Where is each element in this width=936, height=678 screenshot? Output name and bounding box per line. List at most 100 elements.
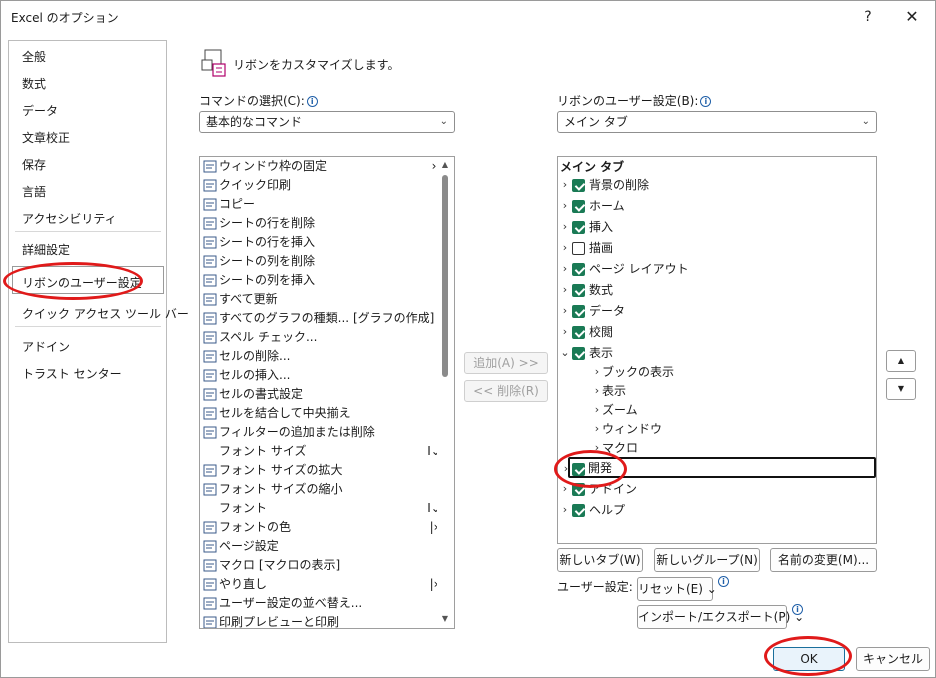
ribbon-tab-item[interactable]: › 背景の削除 (560, 175, 874, 195)
nav-item-trust-center[interactable]: トラスト センター (22, 365, 122, 382)
info-icon[interactable]: i (718, 576, 729, 587)
ribbon-tab-item[interactable]: › 校閲 (560, 322, 874, 342)
nav-divider (15, 326, 161, 327)
ribbon-tab-item[interactable]: › ページ レイアウト (560, 259, 874, 279)
nav-item-data[interactable]: データ (22, 102, 58, 119)
commands-select[interactable]: 基本的なコマンド ⌄ (199, 111, 455, 133)
nav-item-quick-access-toolbar[interactable]: クイック アクセス ツール バー (22, 305, 189, 322)
command-item-label: フォント サイズ (219, 444, 307, 458)
tab-checkbox[interactable] (572, 221, 585, 234)
tab-checkbox[interactable] (572, 179, 585, 192)
tab-checkbox[interactable] (572, 463, 585, 476)
tab-checkbox[interactable] (572, 284, 585, 297)
new-group-button[interactable]: 新しいグループ(N) (654, 548, 760, 572)
tab-checkbox[interactable] (572, 305, 585, 318)
nav-item-save[interactable]: 保存 (22, 156, 46, 173)
ribbon-tab-item[interactable]: › 数式 (560, 280, 874, 300)
chevron-right-icon[interactable]: › (592, 400, 602, 420)
page-heading: リボンをカスタマイズします。 (233, 58, 400, 72)
chevron-right-icon[interactable]: › (592, 419, 602, 439)
chevron-right-icon[interactable]: › (560, 479, 570, 499)
ribbon-tab-item[interactable]: ⌄ 表示 (560, 343, 874, 363)
chevron-right-icon[interactable]: › (560, 280, 570, 300)
add-button[interactable]: 追加(A) >> (464, 352, 548, 374)
chevron-right-icon[interactable]: › (560, 322, 570, 342)
nav-item-language[interactable]: 言語 (22, 183, 46, 200)
ribbon-tab-item[interactable]: › 挿入 (560, 217, 874, 237)
info-icon[interactable]: i (700, 96, 712, 107)
chevron-right-icon[interactable]: › (560, 175, 570, 195)
chevron-right-icon[interactable]: › (560, 196, 570, 216)
close-button[interactable]: ✕ (897, 5, 927, 29)
tab-checkbox[interactable] (572, 326, 585, 339)
command-item-label: やり直し (219, 577, 268, 591)
nav-item-proofing[interactable]: 文章校正 (22, 129, 70, 146)
refresh-all-icon (202, 292, 218, 307)
chevron-right-icon[interactable]: › (592, 362, 602, 382)
user-settings-label: ユーザー設定: (557, 580, 633, 594)
nav-item-accessibility[interactable]: アクセシビリティ (22, 210, 117, 227)
new-tab-button[interactable]: 新しいタブ(W) (557, 548, 643, 572)
ribbon-select[interactable]: メイン タブ ⌄ (557, 111, 877, 133)
move-up-button[interactable]: ▲ (886, 350, 916, 372)
tab-checkbox[interactable] (572, 242, 585, 255)
ribbon-tab-label: データ (589, 304, 626, 318)
commands-scrollbar[interactable]: ▲ ▼ (437, 157, 453, 627)
ribbon-tab-item[interactable]: › 開発 (564, 457, 876, 478)
tab-checkbox[interactable] (572, 347, 585, 360)
tab-checkbox[interactable] (572, 200, 585, 213)
chevron-right-icon[interactable]: › (560, 500, 570, 520)
chevron-down-icon[interactable]: ⌄ (560, 343, 570, 363)
commands-label: コマンドの選択(C): i (199, 92, 318, 109)
tab-checkbox[interactable] (572, 504, 585, 517)
chevron-right-icon[interactable]: › (592, 438, 602, 458)
ribbon-tab-item[interactable]: › 描画 (560, 238, 874, 258)
command-item-label: フォント サイズの拡大 (219, 463, 343, 477)
ribbon-group-label: ブックの表示 (602, 365, 675, 379)
chevron-right-icon[interactable]: › (561, 459, 571, 479)
command-item-label: セルの挿入... (219, 368, 291, 382)
nav-item-add-ins[interactable]: アドイン (22, 338, 70, 355)
chevron-right-icon[interactable]: › (592, 381, 602, 401)
ribbon-tab-item[interactable]: › アドイン (560, 479, 874, 499)
import-export-button[interactable]: インポート/エクスポート(P) ⌄ (637, 605, 804, 629)
chevron-right-icon[interactable]: › (560, 217, 570, 237)
scroll-thumb[interactable] (442, 175, 448, 377)
command-item-label: フォント (219, 501, 268, 515)
nav-item-advanced[interactable]: 詳細設定 (22, 241, 70, 258)
nav-item-customize-ribbon[interactable]: リボンのユーザー設定 (22, 274, 142, 291)
ribbon-tab-item[interactable]: › ホーム (560, 196, 874, 216)
tab-checkbox[interactable] (572, 483, 585, 496)
scroll-up-icon[interactable]: ▲ (440, 160, 450, 170)
info-icon[interactable]: i (306, 96, 318, 107)
rename-button[interactable]: 名前の変更(M)... (770, 548, 877, 572)
chevron-right-icon[interactable]: › (560, 301, 570, 321)
move-down-button[interactable]: ▼ (886, 378, 916, 400)
tab-checkbox[interactable] (572, 263, 585, 276)
scroll-down-icon[interactable]: ▼ (440, 614, 450, 624)
ribbon-tab-item[interactable]: › データ (560, 301, 874, 321)
remove-button[interactable]: << 削除(R) (464, 380, 548, 402)
chevron-down-icon: ⌄ (439, 116, 448, 127)
cancel-button[interactable]: キャンセル (856, 647, 930, 671)
ribbon-group-label: 表示 (602, 384, 627, 398)
ribbon-tree[interactable]: メイン タブ › 背景の削除 › ホーム › 挿入 › 描画 › ページ レイアウト › 数式 › データ… (557, 156, 877, 544)
chevron-right-icon[interactable]: › (560, 238, 570, 258)
chevron-right-icon[interactable]: › (560, 259, 570, 279)
commands-list[interactable]: ウィンドウ枠の固定 › クイック印刷 コピー シートの行を削除 シートの行を挿入 シートの列… (199, 156, 455, 629)
ribbon-tab-item[interactable]: › ヘルプ (560, 500, 874, 520)
ok-button[interactable]: OK (773, 647, 845, 671)
excel-options-dialog: Excel のオプション ? ✕ 全般 数式 データ 文章校正 保存 言語 アク… (0, 0, 936, 678)
window-title: Excel のオプション (11, 11, 119, 25)
command-item-label: セルの削除... (219, 349, 291, 363)
nav-item-formulas[interactable]: 数式 (22, 75, 46, 92)
nav-divider (15, 231, 161, 232)
info-icon[interactable]: i (792, 604, 803, 615)
command-item-label: シートの列を削除 (219, 254, 316, 268)
nav-item-general[interactable]: 全般 (22, 48, 46, 65)
insert-column-icon (202, 273, 218, 288)
ribbon-select-value: メイン タブ (564, 115, 628, 129)
command-item-label: フォントの色 (219, 520, 292, 534)
help-button[interactable]: ? (853, 5, 883, 29)
reset-button[interactable]: リセット(E) ⌄ (637, 577, 717, 601)
